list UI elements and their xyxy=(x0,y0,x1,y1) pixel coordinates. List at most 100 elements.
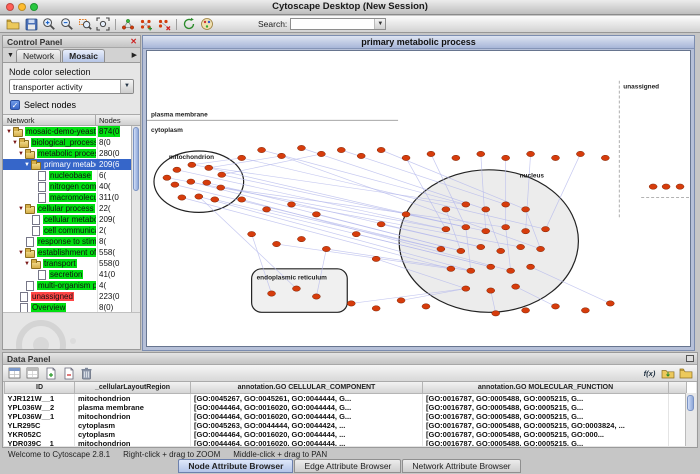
tree-item-cellular-process[interactable]: ▼cellular process22( xyxy=(3,203,140,214)
network-node[interactable] xyxy=(203,180,211,185)
network-node[interactable] xyxy=(347,301,355,306)
column-header-annotation-go-molecular-function[interactable]: annotation.GO MOLECULAR_FUNCTION xyxy=(423,382,669,393)
table-row[interactable]: YLR295Ccytoplasm[GO:0045263, GO:0044444,… xyxy=(5,421,687,430)
open-attribute-file-icon[interactable] xyxy=(677,366,694,380)
network-node[interactable] xyxy=(268,291,276,296)
open-session-icon[interactable] xyxy=(4,17,22,32)
network-node[interactable] xyxy=(502,155,510,160)
network-node[interactable] xyxy=(195,194,203,199)
column-header-cellularlayoutregion[interactable]: _cellularLayoutRegion xyxy=(75,382,191,393)
network-node[interactable] xyxy=(649,184,657,189)
expand-arrow-icon[interactable]: ▼ xyxy=(11,140,19,146)
tab-mosaic[interactable]: Mosaic xyxy=(62,49,105,62)
network-node[interactable] xyxy=(287,202,295,207)
network-node[interactable] xyxy=(187,179,195,184)
network-node[interactable] xyxy=(477,151,485,156)
network-node[interactable] xyxy=(522,207,530,212)
network-node[interactable] xyxy=(377,222,385,227)
tree-item-biological-process[interactable]: ▼biological_process8(0 xyxy=(3,137,140,148)
zoom-in-icon[interactable] xyxy=(40,17,58,32)
network-node[interactable] xyxy=(662,184,670,189)
network-node[interactable] xyxy=(402,155,410,160)
window-titlebar[interactable]: Cytoscape Desktop (New Session) xyxy=(0,0,700,15)
layout-icon[interactable] xyxy=(180,17,198,32)
network-node[interactable] xyxy=(457,248,465,253)
network-node[interactable] xyxy=(322,246,330,251)
network-node[interactable] xyxy=(552,304,560,309)
maximize-window-button[interactable] xyxy=(30,3,38,11)
network-node[interactable] xyxy=(273,241,281,246)
network-node[interactable] xyxy=(263,207,271,212)
network-node[interactable] xyxy=(522,308,530,313)
network-node[interactable] xyxy=(297,145,305,150)
network-node[interactable] xyxy=(442,207,450,212)
tab-list-icon[interactable]: ▼ xyxy=(5,52,16,59)
network-node[interactable] xyxy=(402,212,410,217)
table-row[interactable]: YPL036W__2plasma membrane[GO:0044464, GO… xyxy=(5,403,687,412)
network-node[interactable] xyxy=(238,197,246,202)
network-node[interactable] xyxy=(527,264,535,269)
network-canvas[interactable]: plasma membranecytoplasmmitochondrionnuc… xyxy=(146,50,691,347)
close-window-button[interactable] xyxy=(6,3,14,11)
network-node[interactable] xyxy=(442,227,450,232)
network-node[interactable] xyxy=(492,311,500,316)
network-node[interactable] xyxy=(173,167,181,172)
network-node[interactable] xyxy=(462,286,470,291)
tab-scroll-right-icon[interactable]: ▶ xyxy=(130,51,139,59)
network-node[interactable] xyxy=(467,268,475,273)
network-node[interactable] xyxy=(552,155,560,160)
network-node[interactable] xyxy=(487,288,495,293)
network-node[interactable] xyxy=(377,147,385,152)
network-node[interactable] xyxy=(497,248,505,253)
tree-scrollbar[interactable] xyxy=(131,126,140,312)
network-node[interactable] xyxy=(188,162,196,167)
expand-arrow-icon[interactable]: ▼ xyxy=(17,151,25,157)
tree-item-multi-organism-pro[interactable]: multi-organism pro4( xyxy=(3,280,140,291)
trash-icon[interactable] xyxy=(78,366,95,380)
tree-item-nucleobase[interactable]: nucleobase6( xyxy=(3,170,140,181)
vizmapper-icon[interactable] xyxy=(198,17,216,32)
network-node[interactable] xyxy=(238,155,246,160)
expand-arrow-icon[interactable]: ▼ xyxy=(23,162,31,168)
table-row[interactable]: YJR121W__1mitochondrion[GO:0045267, GO:0… xyxy=(5,393,687,403)
network-node[interactable] xyxy=(502,225,510,230)
tree-item-cell-communica[interactable]: cell communica2( xyxy=(3,225,140,236)
zoom-fit-icon[interactable] xyxy=(94,17,112,32)
network-node[interactable] xyxy=(462,202,470,207)
dropdown-arrow-icon[interactable]: ▼ xyxy=(120,80,133,93)
tab-network[interactable]: Network xyxy=(16,49,61,62)
network-node[interactable] xyxy=(447,266,455,271)
network-node[interactable] xyxy=(477,244,485,249)
table-row[interactable]: YPL036W__1mitochondrion[GO:0044464, GO:0… xyxy=(5,412,687,421)
destroy-network-icon[interactable] xyxy=(155,17,173,32)
network-node[interactable] xyxy=(357,153,365,158)
tree-item-primary-metabo[interactable]: ▼primary metabo209(6 xyxy=(3,159,140,170)
unselect-attributes-icon[interactable] xyxy=(24,366,41,380)
search-dropdown-icon[interactable]: ▼ xyxy=(374,19,385,29)
network-node[interactable] xyxy=(178,195,186,200)
network-view-title[interactable]: primary metabolic process xyxy=(143,36,694,49)
network-node[interactable] xyxy=(482,228,490,233)
table-row[interactable]: YDR039C__1mitochondrion[GO:0044464, GO:0… xyxy=(5,439,687,447)
tree-item-cellular-metabo[interactable]: cellular metabo209( xyxy=(3,214,140,225)
select-nodes-checkbox[interactable]: Select nodes xyxy=(10,99,140,110)
tree-item-response-to-stimu[interactable]: response to stimu8( xyxy=(3,236,140,247)
tree-item-secretion[interactable]: secretion41(0 xyxy=(3,269,140,280)
network-node[interactable] xyxy=(581,308,589,313)
network-node[interactable] xyxy=(397,298,405,303)
expand-arrow-icon[interactable]: ▼ xyxy=(23,261,31,267)
tree-header-network[interactable]: Network xyxy=(3,115,96,125)
tree-item-metabolic-process[interactable]: ▼metabolic process280(0 xyxy=(3,148,140,159)
network-node[interactable] xyxy=(258,147,266,152)
zoom-selected-icon[interactable] xyxy=(76,17,94,32)
table-scrollbar[interactable] xyxy=(685,393,696,446)
tab-edge-attribute-browser[interactable]: Edge Attribute Browser xyxy=(294,459,401,473)
network-node[interactable] xyxy=(487,264,495,269)
network-node[interactable] xyxy=(606,301,614,306)
network-node[interactable] xyxy=(292,286,300,291)
tree-item-unassigned[interactable]: unassigned223(0 xyxy=(3,291,140,302)
network-node[interactable] xyxy=(601,155,609,160)
float-panel-icon[interactable] xyxy=(686,355,694,362)
network-node[interactable] xyxy=(517,244,525,249)
tree-item-nitrogen-compo[interactable]: nitrogen compo40( xyxy=(3,181,140,192)
